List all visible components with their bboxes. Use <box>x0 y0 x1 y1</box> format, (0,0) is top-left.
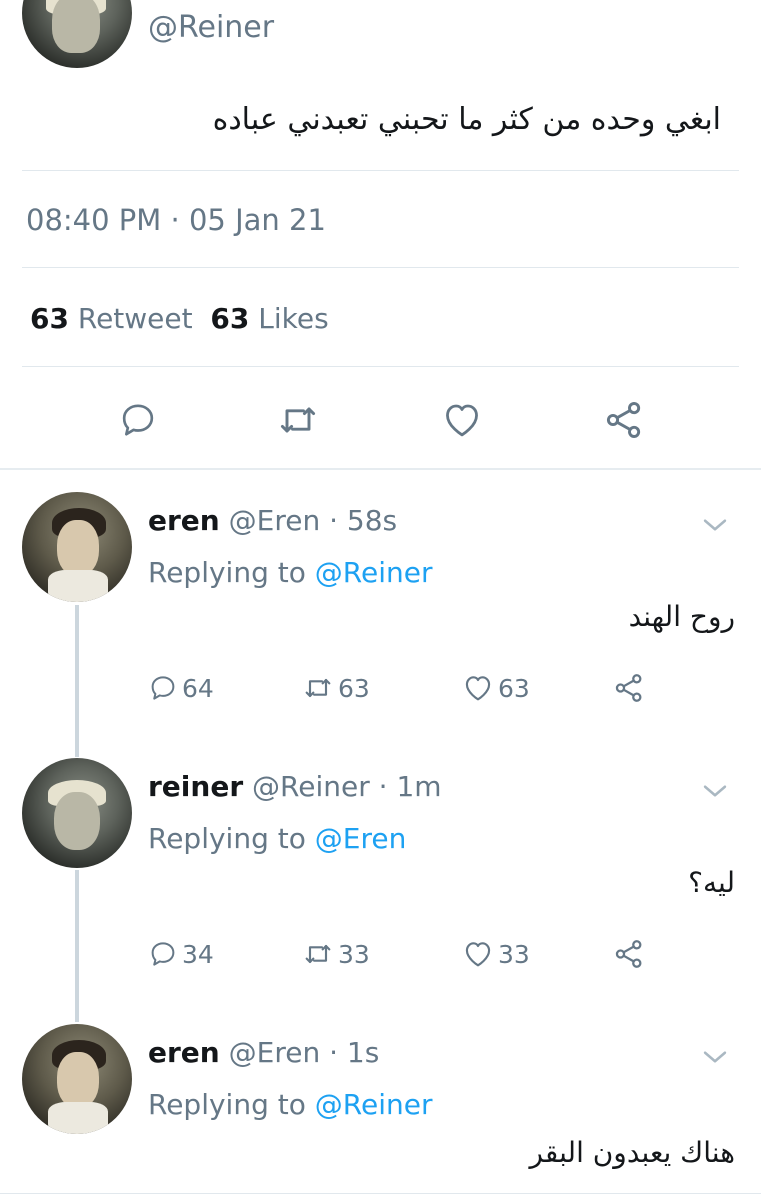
share-button[interactable] <box>594 390 654 450</box>
retweet-icon <box>305 944 331 964</box>
main-tweet-actions <box>0 390 761 450</box>
like-count: 63 <box>498 673 530 703</box>
like-icon <box>446 404 478 437</box>
retweet-button[interactable]: 63 <box>302 668 370 708</box>
reply-button[interactable] <box>108 390 168 450</box>
reply-button[interactable]: 34 <box>148 934 214 974</box>
reply-icon <box>122 404 154 436</box>
section-separator <box>0 468 761 470</box>
replying-to-label: Replying to <box>148 1088 306 1121</box>
reply-actions: 64 63 63 <box>0 668 761 708</box>
retweet-icon <box>305 678 331 698</box>
like-count: 33 <box>498 939 530 969</box>
separator-dot: · <box>378 770 388 803</box>
retweet-count[interactable]: 63 <box>30 302 69 335</box>
like-button[interactable]: 33 <box>462 934 530 974</box>
reply-icon <box>151 676 175 700</box>
avatar-eren[interactable] <box>22 1024 132 1134</box>
reply-header: eren @Eren · 1s <box>148 1036 379 1069</box>
retweet-button[interactable] <box>268 390 328 450</box>
reply-text: هناك يعبدون البقر <box>529 1136 735 1169</box>
mention-link[interactable]: @Reiner <box>315 556 433 589</box>
replying-to-label: Replying to <box>148 556 306 589</box>
like-button[interactable] <box>432 390 492 450</box>
retweet-count: 33 <box>338 939 370 969</box>
reply-count: 34 <box>182 939 214 969</box>
reply-time: 58s <box>346 504 398 537</box>
share-button[interactable] <box>612 668 646 708</box>
author-handle[interactable]: @Eren <box>229 1036 321 1069</box>
like-count[interactable]: 63 <box>210 302 249 335</box>
divider <box>22 267 739 268</box>
author-name[interactable]: reiner <box>148 770 243 803</box>
author-name[interactable]: eren <box>148 1036 220 1069</box>
like-button[interactable]: 63 <box>462 668 530 708</box>
author-name[interactable]: eren <box>148 504 220 537</box>
reply-header: reiner @Reiner · 1m <box>148 770 442 803</box>
mention-link[interactable]: @Eren <box>315 822 407 855</box>
chevron-down-icon <box>703 519 727 531</box>
reply-text: روح الهند <box>628 600 735 633</box>
main-tweet-text: ابغي وحده من كثر ما تحبني تعبدني عباده <box>212 102 721 137</box>
separator-dot: · <box>329 504 339 537</box>
reply-time: 1s <box>346 1036 380 1069</box>
avatar-eren[interactable] <box>22 492 132 602</box>
chevron-down-icon <box>703 785 727 797</box>
tweet-stats: 63 Retweet 63 Likes <box>30 302 329 335</box>
retweet-count: 63 <box>338 673 370 703</box>
author-handle[interactable]: @Reiner <box>252 770 370 803</box>
share-icon <box>606 402 641 438</box>
reply-text: ليه؟ <box>688 866 735 899</box>
main-tweet-handle[interactable]: @Reiner <box>148 10 274 45</box>
replying-to: Replying to @Reiner <box>148 556 432 589</box>
retweet-label[interactable]: Retweet <box>78 302 193 335</box>
share-icon <box>615 674 642 702</box>
reply-time: 1m <box>396 770 442 803</box>
retweet-button[interactable]: 33 <box>302 934 370 974</box>
separator-dot: · <box>329 1036 339 1069</box>
like-label[interactable]: Likes <box>258 302 328 335</box>
reply-icon <box>151 942 175 966</box>
more-options-button[interactable] <box>698 508 732 546</box>
share-button[interactable] <box>612 934 646 974</box>
divider <box>22 170 739 171</box>
like-icon <box>465 942 491 967</box>
avatar-reiner[interactable] <box>22 758 132 868</box>
retweet-icon <box>280 407 316 433</box>
mention-link[interactable]: @Reiner <box>315 1088 433 1121</box>
reply-count: 64 <box>182 673 214 703</box>
like-icon <box>465 676 491 701</box>
author-handle[interactable]: @Eren <box>229 504 321 537</box>
reply-header: eren @Eren · 58s <box>148 504 397 537</box>
chevron-down-icon <box>703 1051 727 1063</box>
replying-to: Replying to @Reiner <box>148 1088 432 1121</box>
avatar-reiner[interactable] <box>22 0 132 68</box>
share-icon <box>615 940 642 968</box>
reply-actions: 34 33 33 <box>0 934 761 974</box>
more-options-button[interactable] <box>698 1040 732 1078</box>
tweet-timestamp: 08:40 PM · 05 Jan 21 <box>26 203 326 237</box>
divider <box>0 1193 761 1194</box>
more-options-button[interactable] <box>698 774 732 812</box>
reply-button[interactable]: 64 <box>148 668 214 708</box>
divider <box>22 366 739 367</box>
replying-to: Replying to @Eren <box>148 822 406 855</box>
replying-to-label: Replying to <box>148 822 306 855</box>
